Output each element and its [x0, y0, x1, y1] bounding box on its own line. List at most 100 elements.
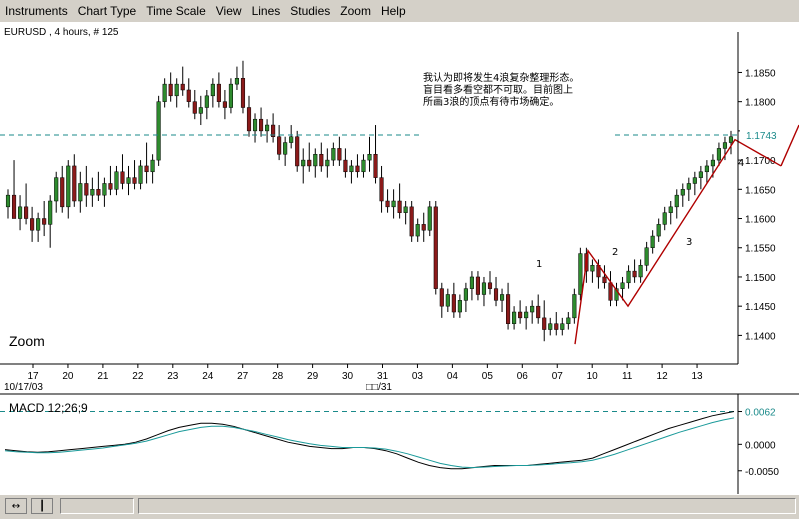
candle-body-up — [560, 323, 565, 330]
time-tick-label: 30 — [342, 371, 354, 382]
candle — [379, 165, 384, 213]
candle-body-down — [246, 107, 252, 132]
candle — [590, 259, 595, 283]
column-icon[interactable]: ┃ — [31, 498, 53, 514]
candle-body-up — [704, 165, 709, 173]
candle-body-up — [198, 107, 203, 114]
menu-lines[interactable]: Lines — [247, 0, 286, 22]
candle — [84, 165, 89, 207]
chart-canvas[interactable]: 1.18501.18001.17501.17001.16501.16001.15… — [0, 22, 799, 494]
time-tick-label: 12 — [657, 371, 669, 382]
time-tick-label: 29 — [307, 371, 319, 382]
candle — [301, 148, 306, 184]
candle-body-up — [265, 124, 270, 132]
candle-body-down — [42, 218, 47, 225]
candle — [36, 212, 41, 242]
candle-body-up — [156, 101, 161, 161]
candle-body-up — [210, 83, 215, 97]
wave-line — [574, 138, 782, 345]
price-tick-label: 1.1550 — [745, 244, 776, 255]
candle-body-up — [590, 265, 595, 272]
candle-body-down — [343, 159, 348, 173]
candle-body-up — [626, 270, 631, 284]
menu-studies[interactable]: Studies — [285, 0, 335, 22]
resize-icon[interactable]: ↔ — [5, 498, 27, 514]
candle — [650, 230, 655, 254]
candle-body-down — [518, 311, 523, 319]
candle — [704, 160, 709, 184]
candle-body-up — [457, 300, 462, 313]
candle — [373, 125, 378, 184]
candle-body-up — [674, 194, 679, 208]
status-field-1 — [60, 498, 134, 514]
candle-body-up — [174, 83, 179, 97]
time-tick-label: 17 — [27, 371, 39, 382]
candle — [295, 130, 300, 172]
price-reference-label: 1.1743 — [746, 131, 777, 142]
candle — [228, 78, 233, 114]
candle-body-up — [252, 118, 258, 132]
candle-body-down — [30, 218, 35, 231]
candle — [319, 142, 324, 172]
candle-body-up — [469, 276, 474, 289]
price-tick-label: 1.1700 — [745, 156, 776, 167]
candle-body-up — [289, 136, 294, 143]
candle-body-down — [355, 165, 360, 173]
candle — [499, 288, 505, 313]
candle — [421, 212, 426, 242]
candle-body-up — [445, 294, 450, 307]
candle-body-down — [132, 177, 137, 184]
candle — [728, 130, 734, 155]
candle-body-down — [295, 136, 300, 167]
candle-body-down — [554, 323, 559, 330]
macd-title: MACD 12;26;9 — [9, 401, 88, 415]
candle-body-up — [114, 171, 119, 190]
candle — [481, 276, 487, 307]
candle-body-up — [102, 183, 107, 196]
candle — [96, 171, 101, 201]
candle — [349, 160, 354, 184]
candle-body-down — [24, 206, 29, 219]
candle-body-up — [403, 206, 408, 213]
candle — [662, 206, 667, 231]
candle — [204, 89, 209, 120]
candle — [644, 241, 649, 272]
candle — [72, 154, 77, 207]
candle-body-up — [150, 159, 155, 173]
candle — [614, 282, 619, 307]
candle-body-down — [373, 154, 378, 178]
candle — [325, 148, 330, 178]
candle — [258, 107, 264, 137]
candle — [271, 113, 276, 143]
candle-body-up — [566, 317, 571, 324]
candle — [313, 148, 318, 178]
candle-body-up — [692, 177, 697, 184]
time-tick-label: 20 — [62, 371, 74, 382]
candle — [343, 148, 348, 178]
comment-line-3: 所画3浪的顶点有待市场确定。 — [423, 95, 559, 108]
candle — [518, 300, 523, 324]
macd-tick-label: 0.0000 — [745, 440, 776, 451]
candle — [367, 136, 372, 172]
menu-instruments[interactable]: Instruments — [0, 0, 73, 22]
menu-zoom[interactable]: Zoom — [335, 0, 376, 22]
candle — [536, 294, 541, 324]
chart-area[interactable]: 1.18501.18001.17501.17001.16501.16001.15… — [0, 22, 799, 494]
menu-chart-type[interactable]: Chart Type — [73, 0, 141, 22]
menu-help[interactable]: Help — [376, 0, 411, 22]
price-tick-label: 1.1400 — [745, 331, 776, 342]
menu-view[interactable]: View — [211, 0, 247, 22]
candle-body-down — [307, 159, 312, 167]
candle-body-down — [216, 83, 221, 102]
candle — [246, 95, 252, 137]
menu-time-scale[interactable]: Time Scale — [141, 0, 211, 22]
candle — [11, 160, 17, 219]
candle — [680, 183, 685, 207]
candle — [156, 95, 161, 166]
candle-body-down — [542, 317, 547, 330]
time-tick-label: 06 — [517, 371, 529, 382]
candle-body-up — [548, 323, 553, 330]
candle-body-up — [301, 159, 306, 167]
candle-body-down — [144, 165, 149, 173]
candle-body-up — [36, 218, 41, 231]
